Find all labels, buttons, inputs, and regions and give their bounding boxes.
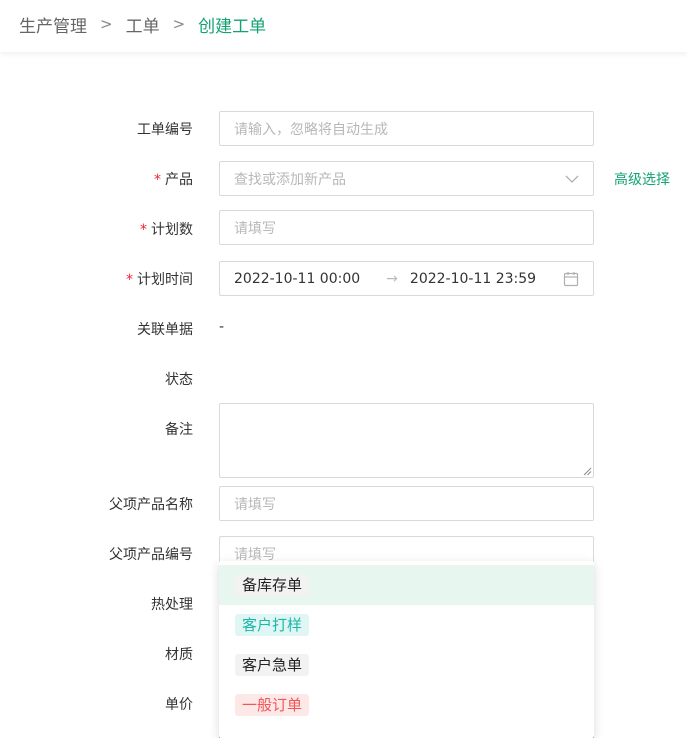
parent-name-placeholder: 请填写: [234, 496, 276, 513]
plan-qty-placeholder: 请填写: [234, 220, 276, 237]
dropdown-option[interactable]: 一般订单: [219, 685, 594, 725]
breadcrumb-work-order[interactable]: 工单: [126, 12, 160, 37]
required-mark: *: [154, 172, 161, 188]
breadcrumb-separator: >: [100, 15, 113, 33]
plan-time-label: * 计划时间: [126, 272, 193, 288]
plan-time-range-picker[interactable]: 2022-10-11 00:00 → 2022-10-11 23:59: [219, 261, 594, 296]
parent-name-input[interactable]: 请填写: [219, 486, 594, 521]
work-order-no-label: 工单编号: [137, 122, 193, 138]
work-order-no-placeholder: 请输入，忽略将自动生成: [234, 121, 388, 138]
resize-handle-icon[interactable]: [582, 466, 592, 476]
plan-qty-label: * 计划数: [140, 222, 193, 238]
unit-price-label: 单价: [165, 697, 193, 713]
dropdown-option[interactable]: 备库存单: [219, 565, 594, 605]
option-tag: 客户急单: [235, 654, 310, 676]
breadcrumb-separator: >: [172, 15, 186, 33]
product-select[interactable]: 查找或添加新产品: [219, 161, 594, 196]
remark-label: 备注: [165, 422, 193, 438]
remark-textarea[interactable]: [219, 403, 594, 478]
heat-treatment-label: 热处理: [151, 597, 193, 613]
parent-code-label: 父项产品编号: [109, 547, 193, 563]
order-type-dropdown: 备库存单 客户打样 客户急单 一般订单: [219, 561, 594, 738]
status-label: 状态: [165, 372, 193, 388]
plan-time-start[interactable]: 2022-10-11 00:00: [234, 271, 360, 287]
option-tag: 客户打样: [235, 614, 310, 636]
top-bar: 生产管理 > 工单 > 创建工单: [0, 0, 687, 52]
option-tag: 一般订单: [235, 694, 310, 716]
calendar-icon: [563, 272, 579, 287]
parent-name-label: 父项产品名称: [109, 497, 193, 513]
breadcrumb: 生产管理 > 工单 > 创建工单: [19, 12, 267, 37]
chevron-down-icon: [565, 175, 579, 183]
advanced-select-link[interactable]: 高级选择: [614, 169, 670, 189]
required-mark: *: [126, 272, 133, 288]
plan-qty-input[interactable]: 请填写: [219, 210, 594, 245]
related-doc-value: -: [219, 319, 225, 335]
related-doc-label: 关联单据: [137, 322, 193, 338]
breadcrumb-current: 创建工单: [198, 16, 267, 37]
option-tag: 备库存单: [235, 574, 310, 596]
required-mark: *: [140, 222, 147, 238]
material-label: 材质: [165, 647, 193, 663]
range-arrow-icon: →: [386, 270, 398, 287]
breadcrumb-production[interactable]: 生产管理: [19, 12, 87, 37]
dropdown-option[interactable]: 客户打样: [219, 605, 594, 645]
product-label: * 产品: [154, 172, 193, 188]
dropdown-option[interactable]: 客户急单: [219, 645, 594, 685]
plan-time-end[interactable]: 2022-10-11 23:59: [410, 271, 536, 287]
product-placeholder: 查找或添加新产品: [234, 171, 346, 188]
work-order-no-input[interactable]: 请输入，忽略将自动生成: [219, 111, 594, 146]
